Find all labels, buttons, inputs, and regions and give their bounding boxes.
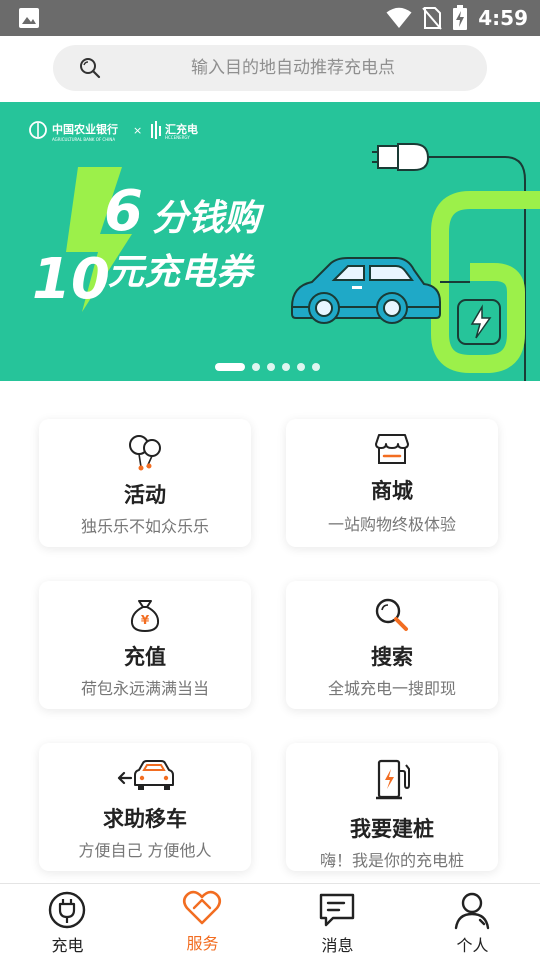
headline-number-2: 10 [32, 247, 110, 312]
carousel-dot-6[interactable] [312, 363, 320, 371]
tab-label: 消息 [321, 936, 354, 955]
partner-name-en: HCCENERGY [165, 135, 190, 140]
carousel-dot-2[interactable] [252, 363, 260, 371]
tab-service[interactable]: 服务 [135, 884, 270, 960]
carousel-dot-3[interactable] [267, 363, 275, 371]
status-time: 4:59 [478, 6, 528, 30]
search-bar [0, 36, 540, 102]
service-card-store[interactable]: 商城 一站购物终极体验 [286, 419, 498, 547]
service-title: 求助移车 [103, 807, 187, 831]
image-icon [19, 8, 39, 28]
carousel-dot-5[interactable] [297, 363, 305, 371]
service-subtitle: 方便自己 方便他人 [78, 841, 212, 860]
tab-label: 充电 [51, 936, 84, 955]
search-box[interactable] [53, 45, 487, 91]
service-subtitle: 荷包永远满满当当 [80, 679, 209, 698]
service-title: 充值 [124, 645, 166, 669]
service-title: 商城 [371, 479, 413, 503]
service-subtitle: 一站购物终极体验 [327, 515, 456, 534]
service-subtitle: 独乐乐不如众乐乐 [80, 517, 209, 536]
service-title: 活动 [124, 483, 166, 507]
message-icon [319, 893, 355, 927]
service-card-recharge[interactable]: ¥ 充值 荷包永远满满当当 [39, 581, 251, 709]
balloons-icon [129, 435, 161, 471]
headline-text-2: 元充电券 [108, 252, 256, 293]
service-title: 我要建桩 [350, 817, 434, 841]
service-title: 搜索 [371, 645, 413, 669]
battery-charging-icon [453, 5, 468, 30]
search-input[interactable] [113, 45, 473, 91]
banner-times: × [133, 124, 142, 137]
service-card-build-pile[interactable]: 我要建桩 嗨！我是你的充电桩 [286, 743, 498, 871]
service-subtitle: 全城充电一搜即现 [327, 679, 456, 698]
tab-messages[interactable]: 消息 [270, 884, 405, 960]
carousel-dot-1[interactable] [215, 363, 245, 371]
tab-charge[interactable]: 充电 [0, 884, 135, 960]
tab-profile[interactable]: 个人 [405, 884, 540, 960]
partner-name: 汇充电 [165, 122, 198, 136]
heart-tag-icon [182, 890, 222, 925]
headline-number-1: 6 [104, 179, 143, 244]
wifi-icon [386, 7, 412, 28]
service-card-activity[interactable]: 活动 独乐乐不如众乐乐 [39, 419, 251, 547]
promo-banner[interactable]: 中国农业银行 AGRICULTURAL BANK OF CHINA × 汇充电 … [0, 102, 540, 381]
carousel-dot-4[interactable] [282, 363, 290, 371]
move-car-icon [117, 760, 174, 790]
plug-icon [48, 891, 86, 929]
service-subtitle: 嗨！我是你的充电桩 [319, 851, 464, 870]
magnifier-icon [375, 598, 408, 631]
service-card-search[interactable]: 搜索 全城充电一搜即现 [286, 581, 498, 709]
search-icon [80, 58, 101, 79]
banner-artwork: 中国农业银行 AGRICULTURAL BANK OF CHINA × 汇充电 … [29, 121, 540, 381]
money-bag-icon: ¥ [130, 600, 160, 633]
carousel-indicator [215, 362, 320, 372]
charging-pile-icon [376, 759, 410, 800]
bank-name-en: AGRICULTURAL BANK OF CHINA [52, 137, 115, 142]
hcc-logo-icon [151, 121, 161, 139]
bank-name: 中国农业银行 [52, 122, 118, 136]
bottom-tab-bar: 充电 服务 消息 个人 [0, 883, 540, 960]
tab-label: 服务 [186, 934, 219, 953]
no-sim-icon [422, 7, 443, 30]
service-card-move-car[interactable]: 求助移车 方便自己 方便他人 [39, 743, 251, 871]
person-icon [454, 892, 490, 930]
store-icon [375, 434, 409, 464]
headline-text-1: 分钱购 [152, 198, 265, 239]
svg-text:¥: ¥ [141, 613, 150, 627]
status-bar: 4:59 [0, 0, 540, 36]
tab-label: 个人 [456, 936, 489, 955]
